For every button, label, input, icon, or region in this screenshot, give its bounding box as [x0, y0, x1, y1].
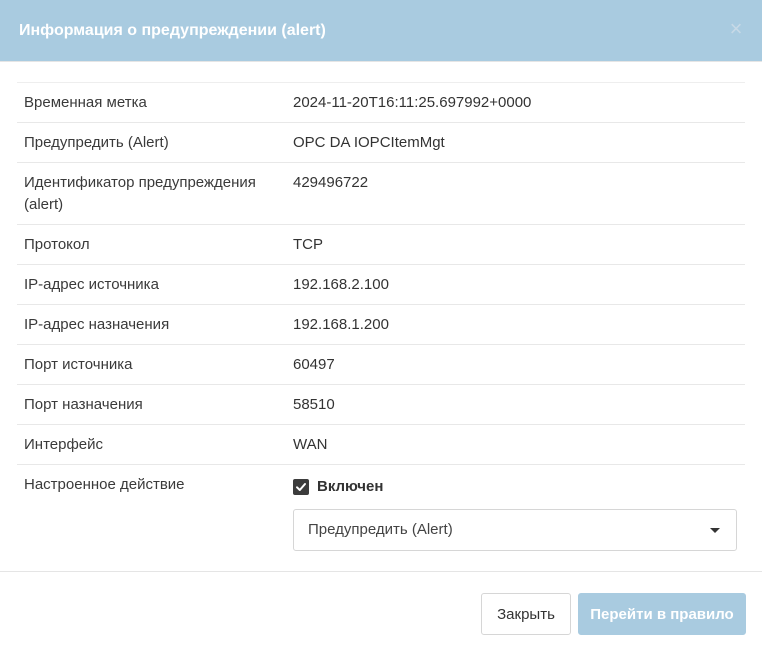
enabled-checkbox-row: Включен	[293, 474, 737, 500]
interface-label: Интерфейс	[17, 424, 275, 465]
table-row: Порт источника 60497	[17, 344, 745, 385]
configured-action-cell: Включен Предупредить (Alert)	[275, 465, 745, 560]
enabled-checkbox[interactable]	[293, 479, 309, 495]
table-row: Настроенное действие Включен Предупредит…	[17, 465, 745, 560]
timestamp-label: Временная метка	[17, 82, 275, 123]
destination-port-value: 58510	[275, 384, 745, 425]
destination-ip-label: IP-адрес назначения	[17, 304, 275, 345]
protocol-label: Протокол	[17, 224, 275, 265]
close-icon[interactable]: ×	[728, 17, 744, 40]
destination-port-label: Порт назначения	[17, 384, 275, 425]
table-row: IP-адрес источника 192.168.2.100	[17, 264, 745, 305]
chevron-down-icon	[710, 527, 720, 533]
alert-id-value: 429496722	[275, 162, 745, 225]
enabled-checkbox-label[interactable]: Включен	[317, 476, 383, 498]
action-select-value: Предупредить (Alert)	[308, 521, 453, 538]
table-row: Идентификатор предупреждения (alert) 429…	[17, 162, 745, 225]
source-port-label: Порт источника	[17, 344, 275, 385]
modal-title: Информация о предупреждении (alert)	[19, 21, 326, 39]
table-row: Предупредить (Alert) OPC DA IOPCItemMgt	[17, 122, 745, 163]
alert-info-modal: Информация о предупреждении (alert) × Вр…	[0, 0, 762, 653]
timestamp-value: 2024-11-20T16:11:25.697992+0000	[275, 82, 745, 123]
interface-value: WAN	[275, 424, 745, 465]
destination-ip-value: 192.168.1.200	[275, 304, 745, 345]
modal-body: Временная метка 2024-11-20T16:11:25.6979…	[0, 62, 762, 559]
source-port-value: 60497	[275, 344, 745, 385]
goto-rule-button[interactable]: Перейти в правило	[578, 593, 746, 635]
table-row: Протокол TCP	[17, 224, 745, 265]
alert-details-table: Временная метка 2024-11-20T16:11:25.6979…	[17, 82, 745, 559]
alert-label: Предупредить (Alert)	[17, 122, 275, 163]
checkmark-icon	[296, 483, 306, 491]
modal-header: Информация о предупреждении (alert) ×	[0, 0, 762, 62]
table-row: Порт назначения 58510	[17, 384, 745, 425]
alert-value: OPC DA IOPCItemMgt	[275, 122, 745, 163]
modal-footer: Закрыть Перейти в правило	[0, 571, 762, 653]
protocol-value: TCP	[275, 224, 745, 265]
table-row: Временная метка 2024-11-20T16:11:25.6979…	[17, 82, 745, 123]
table-row: IP-адрес назначения 192.168.1.200	[17, 304, 745, 345]
alert-id-label: Идентификатор предупреждения (alert)	[17, 162, 275, 225]
table-row: Интерфейс WAN	[17, 424, 745, 465]
source-ip-label: IP-адрес источника	[17, 264, 275, 305]
close-button[interactable]: Закрыть	[481, 593, 571, 635]
action-select[interactable]: Предупредить (Alert)	[293, 509, 737, 551]
configured-action-label: Настроенное действие	[24, 476, 185, 493]
source-ip-value: 192.168.2.100	[275, 264, 745, 305]
